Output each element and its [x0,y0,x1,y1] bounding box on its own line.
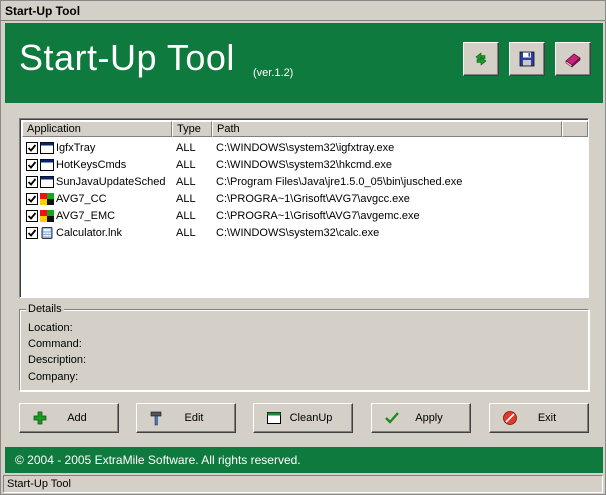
details-legend: Details [26,303,64,315]
row-checkbox[interactable] [26,192,38,205]
refresh-icon [475,52,487,66]
checkmark-icon [27,228,37,237]
row-application: IgfxTray [56,141,96,154]
list-rows: IgfxTray ALL C:\WINDOWS\system32\igfxtra… [22,139,462,241]
calculator-icon [41,226,53,239]
app-version: (ver.1.2) [253,67,294,79]
row-checkbox[interactable] [26,175,38,188]
refresh-button[interactable] [463,42,499,76]
window-app-icon [40,158,54,171]
table-row[interactable]: AVG7_EMC ALL C:\PROGRA~1\Grisoft\AVG7\av… [22,207,420,224]
row-path: C:\PROGRA~1\Grisoft\AVG7\avgemc.exe [216,209,420,222]
row-application: HotKeysCmds [56,158,127,171]
row-path: C:\Program Files\Java\jre1.5.0_05\bin\ju… [216,175,463,188]
row-application: AVG7_CC [56,192,107,205]
app-header: Start-Up Tool (ver.1.2) [5,23,603,103]
edit-button[interactable]: Edit [136,403,236,433]
row-path: C:\PROGRA~1\Grisoft\AVG7\avgcc.exe [216,192,410,205]
row-application: SunJavaUpdateSched [56,175,166,188]
cleanup-button-label: CleanUp [289,412,333,424]
startup-list[interactable]: Application Type Path IgfxTray ALL C:\WI… [19,118,589,298]
checkmark-icon [27,160,37,169]
row-type: ALL [176,226,196,239]
edit-button-label: Edit [184,412,204,424]
copyright-footer: © 2004 - 2005 ExtraMile Software. All ri… [5,447,603,473]
row-checkbox[interactable] [26,209,38,222]
row-checkbox[interactable] [26,141,38,154]
details-group: Details Location: Command: Description: … [19,303,589,391]
help-button[interactable] [555,42,591,76]
row-type: ALL [176,141,196,154]
row-checkbox[interactable] [26,158,38,171]
window-app-icon [40,175,54,188]
row-path: C:\WINDOWS\system32\calc.exe [216,226,380,239]
table-row[interactable]: AVG7_CC ALL C:\PROGRA~1\Grisoft\AVG7\avg… [22,190,410,207]
column-header-filler [562,121,588,137]
row-path: C:\WINDOWS\system32\igfxtray.exe [216,141,395,154]
window-titlebar: Start-Up Tool [1,1,605,21]
avg-icon [40,209,54,222]
cleanup-button[interactable]: CleanUp [253,403,353,433]
add-button[interactable]: Add [19,403,119,433]
apply-button[interactable]: Apply [371,403,471,433]
row-type: ALL [176,209,196,222]
description-label: Description: [28,354,87,366]
table-row[interactable]: Calculator.lnk ALL C:\WINDOWS\system32\c… [22,224,379,241]
table-row[interactable]: HotKeysCmds ALL C:\WINDOWS\system32\hkcm… [22,156,392,173]
column-header-path[interactable]: Path [212,121,562,137]
exit-button-label: Exit [537,412,557,424]
table-row[interactable]: IgfxTray ALL C:\WINDOWS\system32\igfxtra… [22,139,394,156]
row-type: ALL [176,158,196,171]
row-application: Calculator.lnk [56,226,123,239]
company-label: Company: [28,371,79,383]
window-app-icon [40,141,54,154]
add-button-label: Add [67,412,87,424]
app-title: Start-Up Tool [19,37,235,78]
command-label: Command: [28,338,82,350]
row-checkbox[interactable] [26,226,38,239]
checkmark-icon [27,211,37,220]
help-book-icon [565,53,581,68]
location-label: Location: [28,322,73,334]
checkmark-icon [27,177,37,186]
status-bar: Start-Up Tool [3,475,603,493]
checkmark-icon [27,194,37,203]
main-window: Start-Up Tool Start-Up Tool (ver.1.2) Ap… [0,0,606,495]
row-application: AVG7_EMC [56,209,116,222]
save-icon [519,51,535,67]
column-header-type[interactable]: Type [172,121,212,137]
column-header-application[interactable]: Application [22,121,172,137]
row-path: C:\WINDOWS\system32\hkcmd.exe [216,158,393,171]
row-type: ALL [176,175,196,188]
save-button[interactable] [509,42,545,76]
table-row[interactable]: SunJavaUpdateSched ALL C:\Program Files\… [22,173,462,190]
apply-button-label: Apply [415,412,443,424]
exit-button[interactable]: Exit [489,403,589,433]
checkmark-icon [27,143,37,152]
row-type: ALL [176,192,196,205]
list-header: Application Type Path [22,121,588,137]
avg-icon [40,192,54,205]
